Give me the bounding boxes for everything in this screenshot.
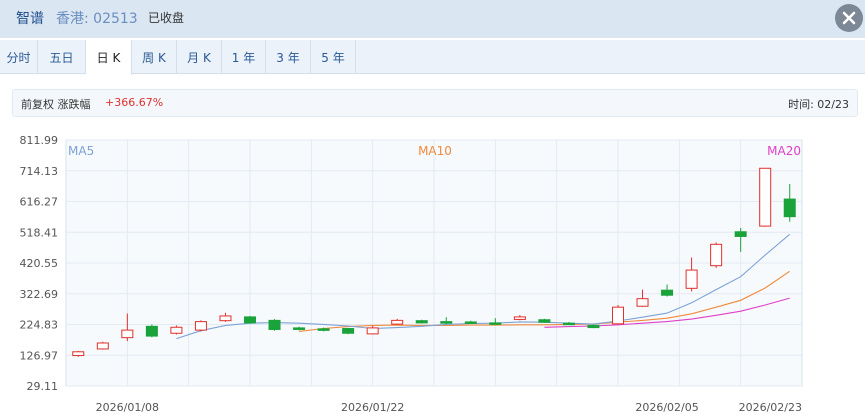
candle-body bbox=[636, 298, 649, 307]
candle-body bbox=[734, 231, 747, 237]
candle-body bbox=[562, 322, 575, 326]
tab-five-day[interactable]: 五日 bbox=[38, 40, 86, 74]
chart-svg: 811.99 714.13 616.27 518.41 420.55 322.69 224.… bbox=[20, 134, 803, 414]
candle-body bbox=[391, 319, 404, 325]
close-icon bbox=[842, 11, 856, 25]
candle-body bbox=[759, 167, 772, 227]
y-tick-label: 811.99 bbox=[20, 134, 59, 147]
info-bar: 前复权 涨跌幅 +366.67% 时间: 02/23 bbox=[12, 89, 858, 117]
tab-intraday[interactable]: 分时 bbox=[0, 40, 38, 74]
y-tick-label: 518.41 bbox=[20, 226, 59, 239]
y-tick-label: 322.69 bbox=[20, 288, 59, 301]
stock-name: 智谱 bbox=[16, 11, 44, 27]
candle-body bbox=[342, 328, 355, 334]
candle-body bbox=[710, 243, 723, 267]
change-value: +366.67% bbox=[105, 96, 164, 109]
candle-body bbox=[72, 351, 85, 357]
candle-body bbox=[783, 198, 796, 218]
candle-body bbox=[96, 342, 109, 350]
y-tick-label: 126.97 bbox=[20, 349, 59, 362]
candle-body bbox=[685, 269, 698, 289]
candle-body bbox=[145, 325, 158, 337]
tab-weekly-k[interactable]: 周 K bbox=[132, 40, 177, 74]
candle-body bbox=[612, 306, 624, 325]
candle-body bbox=[366, 327, 379, 335]
candle-body bbox=[415, 320, 428, 324]
legend-ma5: MA5 bbox=[68, 144, 94, 158]
y-tick-label: 224.83 bbox=[20, 319, 59, 332]
candle-body bbox=[293, 327, 306, 330]
candle-body bbox=[121, 329, 134, 339]
tab-daily-k[interactable]: 日 K bbox=[86, 40, 132, 75]
time-label: 时间: 02/23 bbox=[788, 98, 849, 111]
candle-body bbox=[464, 321, 477, 324]
x-tick-label: 2026/02/23 bbox=[739, 401, 802, 414]
legend-ma10: MA10 bbox=[418, 144, 452, 158]
y-tick-label: 714.13 bbox=[20, 165, 59, 178]
legend-ma20: MA20 bbox=[767, 144, 801, 158]
close-button[interactable] bbox=[835, 4, 863, 32]
candle-body bbox=[513, 316, 526, 320]
x-tick-label: 2026/01/22 bbox=[341, 401, 404, 414]
candle-body bbox=[440, 321, 453, 324]
stock-market-code: 香港: 02513 bbox=[56, 11, 138, 27]
candle-body bbox=[538, 319, 551, 323]
tab-one-year[interactable]: 1 年 bbox=[222, 40, 266, 74]
candle-body bbox=[268, 319, 281, 330]
tab-five-year[interactable]: 5 年 bbox=[311, 40, 356, 74]
y-tick-label: 616.27 bbox=[20, 196, 59, 209]
adjust-label: 前复权 涨跌幅 bbox=[21, 98, 91, 111]
y-tick-label: 420.55 bbox=[20, 257, 59, 270]
title-bar: 智谱 香港: 02513 已收盘 bbox=[0, 0, 865, 38]
candle-body bbox=[489, 322, 502, 325]
tab-monthly-k[interactable]: 月 K bbox=[177, 40, 222, 74]
candle-body bbox=[661, 289, 674, 296]
x-tick-label: 2026/02/05 bbox=[635, 401, 698, 414]
candlestick-chart[interactable]: 811.99 714.13 616.27 518.41 420.55 322.69 224.… bbox=[0, 128, 865, 414]
candle-body bbox=[219, 315, 232, 322]
candle-body bbox=[587, 324, 600, 329]
candle-body bbox=[317, 328, 330, 331]
period-tabs: 分时 五日 日 K 周 K 月 K 1 年 3 年 5 年 bbox=[0, 40, 865, 75]
tab-three-year[interactable]: 3 年 bbox=[266, 40, 311, 74]
x-tick-label: 2026/01/08 bbox=[96, 401, 159, 414]
y-tick-label: 29.11 bbox=[27, 380, 59, 393]
candle-body bbox=[244, 316, 256, 324]
candle-body bbox=[194, 321, 207, 331]
market-status: 已收盘 bbox=[148, 11, 185, 25]
candle-body bbox=[170, 326, 183, 334]
